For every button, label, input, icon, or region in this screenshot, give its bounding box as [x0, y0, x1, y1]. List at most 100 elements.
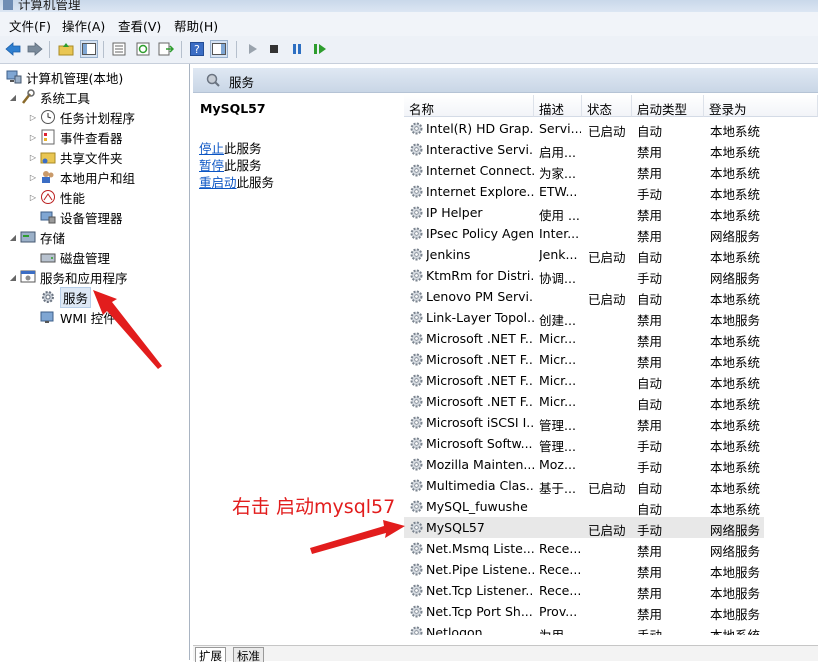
expand-arrow-icon[interactable]: ▷	[28, 173, 38, 182]
tree-item-event-viewer[interactable]: ▷ 事件查看器	[28, 128, 123, 146]
tree-item-disk-management[interactable]: 磁盘管理	[28, 248, 110, 266]
tree-item-task-scheduler[interactable]: ▷ 任务计划程序	[28, 108, 135, 126]
action-restart: 重启动此服务	[199, 175, 275, 190]
tree-item-local-users[interactable]: ▷ 本地用户和组	[28, 168, 135, 186]
show-hide-tree-icon[interactable]	[80, 40, 98, 58]
collapse-arrow-icon[interactable]: ◢	[8, 233, 18, 242]
tree-root[interactable]: 计算机管理(本地)	[4, 68, 123, 86]
service-name-cell: Net.Tcp Port Sh...	[426, 604, 533, 619]
title-bar: 计算机管理	[0, 0, 818, 12]
tree-item-device-manager[interactable]: 设备管理器	[28, 208, 123, 226]
service-description-cell: Micr...	[539, 394, 577, 409]
menu-help[interactable]: 帮助(H)	[174, 16, 218, 35]
refresh-icon[interactable]	[134, 40, 152, 58]
collapse-arrow-icon[interactable]: ◢	[8, 93, 18, 102]
service-gear-icon	[410, 248, 423, 261]
properties-icon[interactable]	[110, 40, 128, 58]
expand-arrow-icon[interactable]: ▷	[28, 113, 38, 122]
show-hide-action-pane-icon[interactable]	[210, 40, 228, 58]
table-row[interactable]: Net.Pipe Listene... Rece... 禁用 本地服务	[404, 559, 764, 580]
table-row[interactable]: Intel(R) HD Grap... Servi... 已启动 自动 本地系统	[404, 118, 764, 139]
service-log-on-as-cell: 本地系统	[710, 292, 761, 307]
table-row[interactable]: Multimedia Clas... 基于... 已启动 自动 本地系统	[404, 475, 764, 496]
table-row[interactable]: Netlogon为用...手动本地系统	[404, 622, 764, 635]
pause-service-link[interactable]: 暂停	[199, 158, 224, 173]
service-name-cell: KtmRm for Distri...	[426, 268, 534, 283]
service-description-cell: Micr...	[539, 331, 577, 346]
service-name-cell: Lenovo PM Servi...	[426, 289, 534, 304]
table-row[interactable]: Microsoft .NET F... Micr... 禁用 本地系统	[404, 349, 764, 370]
service-status-cell: 已启动	[588, 250, 626, 265]
forward-icon[interactable]	[26, 40, 44, 58]
service-startup-type-cell: 手动	[637, 187, 663, 202]
table-row[interactable]: Internet Explore... ETW... 手动 本地系统	[404, 181, 764, 202]
table-row[interactable]: Internet Connect... 为家... 禁用 本地系统	[404, 160, 764, 181]
restart-service-icon[interactable]	[311, 40, 329, 58]
tree-item-storage[interactable]: ◢ 存储	[8, 228, 65, 246]
menu-view[interactable]: 查看(V)	[118, 16, 161, 35]
table-row[interactable]: Mozilla Mainten... Moz... 手动 本地系统	[404, 454, 764, 475]
service-name-cell: Interactive Servi...	[426, 142, 534, 157]
service-log-on-as-cell: 本地系统	[710, 397, 761, 412]
service-name-cell: Microsoft .NET F...	[426, 352, 534, 367]
table-row[interactable]: Microsoft .NET F... Micr... 禁用 本地系统	[404, 328, 764, 349]
tree-item-performance[interactable]: ▷ 性能	[28, 188, 85, 206]
tree-item-services-and-apps[interactable]: ◢ 服务和应用程序	[8, 268, 128, 286]
table-row[interactable]: Microsoft .NET F... Micr... 自动 本地系统	[404, 370, 764, 391]
table-row[interactable]: Microsoft iSCSI I... 管理... 禁用 本地系统	[404, 412, 764, 433]
service-description-cell: 协调...	[539, 271, 576, 286]
service-log-on-as-cell: 本地系统	[710, 166, 761, 181]
table-row[interactable]: Link-Layer Topol... 创建... 禁用 本地服务	[404, 307, 764, 328]
service-log-on-as-cell: 本地系统	[710, 145, 761, 160]
column-header-log-on-as[interactable]: 登录为	[704, 95, 818, 117]
table-row[interactable]: Lenovo PM Servi... 已启动 自动 本地系统	[404, 286, 764, 307]
back-icon[interactable]	[4, 40, 22, 58]
tree-item-wmi-control[interactable]: WMI 控件	[28, 308, 116, 326]
pause-service-icon[interactable]	[288, 40, 306, 58]
menu-file[interactable]: 文件(F)	[9, 16, 51, 35]
expand-arrow-icon[interactable]: ▷	[28, 133, 38, 142]
help-icon[interactable]: ?	[188, 40, 206, 58]
tree-item-system-tools[interactable]: ◢ 系统工具	[8, 88, 90, 106]
stop-service-link[interactable]: 停止	[199, 141, 224, 156]
table-row[interactable]: Net.Tcp Port Sh... Prov... 禁用 本地服务	[404, 601, 764, 622]
export-list-icon[interactable]	[157, 40, 175, 58]
service-name-cell: MySQL57	[426, 520, 485, 535]
table-row[interactable]: Microsoft .NET F... Micr... 自动 本地系统	[404, 391, 764, 412]
gear-icon	[40, 289, 56, 305]
service-description-cell: 基于...	[539, 481, 576, 496]
table-row[interactable]: MySQL57 已启动 手动 网络服务	[404, 517, 764, 538]
collapse-arrow-icon[interactable]: ◢	[8, 273, 18, 282]
table-row[interactable]: IPsec Policy Agent Inter... 禁用 网络服务	[404, 223, 764, 244]
service-startup-type-cell: 手动	[637, 625, 703, 635]
service-log-on-as-cell: 本地系统	[710, 208, 761, 223]
toolbar: ?	[0, 36, 818, 64]
table-row[interactable]: KtmRm for Distri... 协调... 手动 网络服务	[404, 265, 764, 286]
table-row[interactable]: Net.Tcp Listener... Rece... 禁用 本地服务	[404, 580, 764, 601]
table-row[interactable]: Microsoft Softw... 管理... 手动 本地系统	[404, 433, 764, 454]
service-name-cell: Microsoft Softw...	[426, 436, 533, 451]
menu-action[interactable]: 操作(A)	[62, 16, 105, 35]
service-startup-type-cell: 禁用	[637, 313, 663, 328]
stop-service-icon[interactable]	[265, 40, 283, 58]
up-folder-icon[interactable]	[57, 40, 75, 58]
table-row[interactable]: Jenkins Jenk... 已启动 自动 本地系统	[404, 244, 764, 265]
table-row[interactable]: Interactive Servi... 启用... 禁用 本地系统	[404, 139, 764, 160]
restart-service-link[interactable]: 重启动	[199, 175, 237, 190]
expand-arrow-icon[interactable]: ▷	[28, 153, 38, 162]
column-header-status[interactable]: 状态	[582, 95, 632, 117]
column-header-description[interactable]: 描述	[534, 95, 582, 117]
column-header-startup-type[interactable]: 启动类型	[632, 95, 704, 117]
device-manager-icon	[40, 209, 56, 225]
table-row[interactable]: IP Helper 使用 ... 禁用 本地系统	[404, 202, 764, 223]
service-name-cell: Mozilla Mainten...	[426, 457, 534, 472]
tree-item-services[interactable]: 服务	[28, 286, 92, 308]
disk-icon	[40, 249, 56, 265]
table-row[interactable]: MySQL_fuwushe 自动 本地系统	[404, 496, 764, 517]
table-row[interactable]: Net.Msmq Liste... Rece... 禁用 网络服务	[404, 538, 764, 559]
expand-arrow-icon[interactable]: ▷	[28, 193, 38, 202]
tree-item-shared-folders[interactable]: ▷ 共享文件夹	[28, 148, 123, 166]
start-service-icon[interactable]	[243, 40, 261, 58]
service-log-on-as-cell: 网络服务	[710, 229, 761, 244]
column-header-name[interactable]: 名称 ^	[404, 95, 534, 117]
